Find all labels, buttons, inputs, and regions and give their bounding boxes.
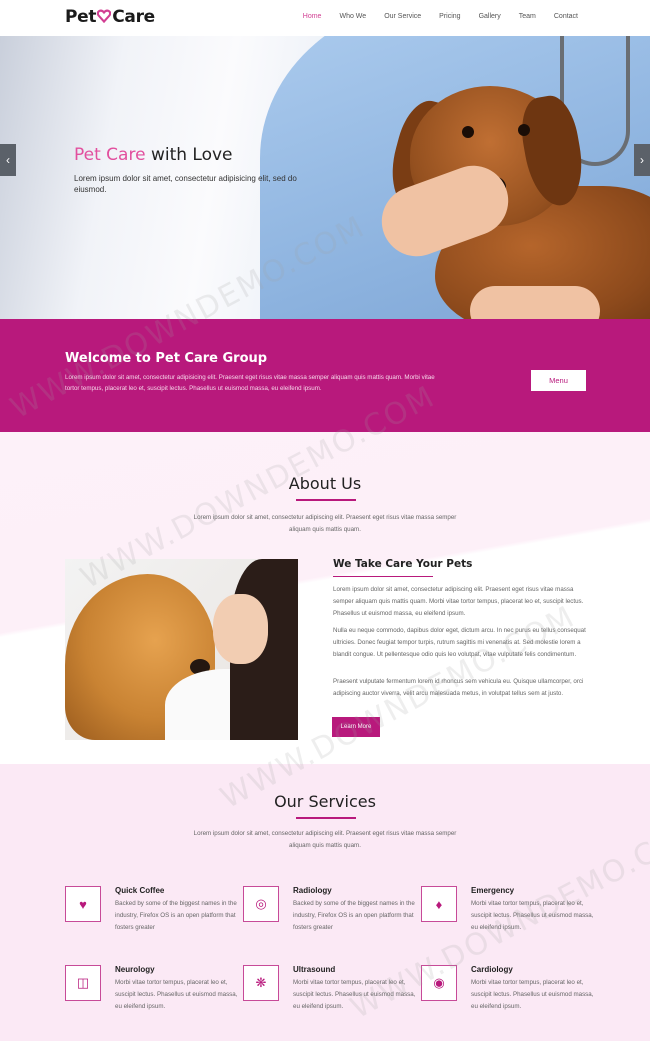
services-title-underline xyxy=(296,817,356,819)
about-paragraph-1: Lorem ipsum dolor sit amet, consectetur … xyxy=(333,586,584,617)
service-title: Ultrasound xyxy=(293,965,336,974)
logo-text-care: Care xyxy=(112,7,155,27)
cube-icon: ◫ xyxy=(65,965,101,1001)
welcome-section: Welcome to Pet Care Group Lorem ipsum do… xyxy=(0,319,650,432)
heart-logo-icon xyxy=(97,9,112,23)
service-text: Morbi vitae tortor tempus, placerat leo … xyxy=(471,900,594,931)
nav-gallery[interactable]: Gallery xyxy=(479,13,501,20)
slider-next-button[interactable]: › xyxy=(634,144,650,176)
service-text: Backed by some of the biggest names in t… xyxy=(293,900,415,931)
about-title: About Us xyxy=(288,474,362,493)
hero-title-highlight: Pet Care xyxy=(74,145,146,165)
nav-home[interactable]: Home xyxy=(303,13,322,20)
hero-slider: Pet Care with Love Lorem ipsum dolor sit… xyxy=(0,36,650,319)
bell-icon: ♦ xyxy=(421,886,457,922)
hero-title-rest: with Love xyxy=(145,145,233,165)
logo[interactable]: Pet Care xyxy=(65,7,155,27)
about-title-underline xyxy=(296,499,356,501)
heart-icon: ♥ xyxy=(65,886,101,922)
nav-team[interactable]: Team xyxy=(519,13,536,20)
nav-our-service[interactable]: Our Service xyxy=(384,13,421,20)
about-paragraph-2: Nulla eu neque commodo, dapibus dolor eg… xyxy=(333,627,586,658)
service-title: Radiology xyxy=(293,886,332,895)
about-paragraph-3: Praesent vulputate fermentum lorem id rh… xyxy=(333,678,584,697)
service-title: Cardiology xyxy=(471,965,513,974)
services-title: Our Services xyxy=(274,792,376,811)
lifebuoy-icon: ◉ xyxy=(421,965,457,1001)
service-title: Quick Coffee xyxy=(115,886,165,895)
nav-who-we[interactable]: Who We xyxy=(339,13,366,20)
about-heading-underline xyxy=(333,576,433,577)
hero-subtitle: Lorem ipsum dolor sit amet, consectetur … xyxy=(74,174,297,194)
service-text: Morbi vitae tortor tempus, placerat leo … xyxy=(293,979,416,1010)
services-section: Our Services Lorem ipsum dolor sit amet,… xyxy=(0,764,650,1041)
service-text: Morbi vitae tortor tempus, placerat leo … xyxy=(471,979,594,1010)
target-icon: ◎ xyxy=(243,886,279,922)
service-text: Morbi vitae tortor tempus, placerat leo … xyxy=(115,979,238,1010)
nav-contact[interactable]: Contact xyxy=(554,13,578,20)
service-title: Neurology xyxy=(115,965,155,974)
about-section: About Us Lorem ipsum dolor sit amet, con… xyxy=(0,432,650,764)
slider-prev-button[interactable]: ‹ xyxy=(0,144,16,176)
chevron-right-icon: › xyxy=(640,153,644,167)
hero-title: Pet Care with Love xyxy=(74,145,233,165)
welcome-text: Lorem ipsum dolor sit amet, consectetur … xyxy=(65,374,435,392)
learn-more-button[interactable]: Learn More xyxy=(332,717,380,737)
welcome-title: Welcome to Pet Care Group xyxy=(65,351,268,366)
about-subtitle: Lorem ipsum dolor sit amet, consectetur … xyxy=(193,514,457,533)
menu-button[interactable]: Menu xyxy=(531,370,586,391)
service-text: Backed by some of the biggest names in t… xyxy=(115,900,237,931)
yelp-icon: ❋ xyxy=(243,965,279,1001)
nav-pricing[interactable]: Pricing xyxy=(439,13,460,20)
logo-text-pet: Pet xyxy=(65,7,97,27)
about-heading: We Take Care Your Pets xyxy=(333,558,473,570)
main-nav: Home Who We Our Service Pricing Gallery … xyxy=(285,13,578,20)
about-image xyxy=(65,559,298,740)
services-subtitle: Lorem ipsum dolor sit amet, consectetur … xyxy=(193,830,457,849)
service-title: Emergency xyxy=(471,886,515,895)
chevron-left-icon: ‹ xyxy=(6,153,10,167)
site-header: Pet Care Home Who We Our Service Pricing … xyxy=(0,0,650,36)
